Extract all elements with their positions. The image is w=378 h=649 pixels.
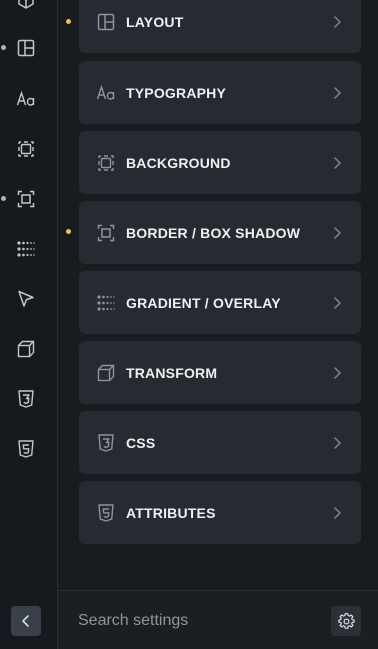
section-label: TYPOGRAPHY <box>126 84 227 101</box>
section-background[interactable]: BACKGROUND <box>79 131 361 194</box>
section-label: BORDER / BOX SHADOW <box>126 224 301 241</box>
gear-icon <box>337 612 355 630</box>
section-layout[interactable]: LAYOUT <box>79 0 361 53</box>
layout-icon[interactable] <box>14 36 38 60</box>
html5-icon[interactable] <box>14 437 38 461</box>
box-partial-icon[interactable] <box>14 0 38 12</box>
section-label: GRADIENT / OVERLAY <box>126 294 281 311</box>
chevron-left-icon <box>19 614 33 628</box>
section-border-box-shadow[interactable]: BORDER / BOX SHADOW <box>79 201 361 264</box>
section-typography[interactable]: TYPOGRAPHY <box>79 61 361 124</box>
css3-icon <box>96 433 116 453</box>
icon-rail <box>0 0 58 649</box>
chevron-right-icon <box>331 155 343 171</box>
search-settings-input[interactable] <box>78 607 318 635</box>
pointer-icon[interactable] <box>14 287 38 311</box>
modified-indicator <box>1 196 6 201</box>
typography-icon <box>96 83 116 103</box>
section-label: BACKGROUND <box>126 154 231 171</box>
background-icon <box>96 153 116 173</box>
modified-indicator <box>66 229 71 234</box>
settings-button[interactable] <box>331 606 361 636</box>
section-css[interactable]: CSS <box>79 411 361 474</box>
layout-icon <box>96 12 116 32</box>
background-icon[interactable] <box>14 137 38 161</box>
chevron-right-icon <box>331 14 343 30</box>
section-label: ATTRIBUTES <box>126 504 216 521</box>
modified-indicator <box>66 19 71 24</box>
typography-icon[interactable] <box>14 87 38 111</box>
html5-icon <box>96 503 116 523</box>
section-label: TRANSFORM <box>126 364 218 381</box>
section-gradient-overlay[interactable]: GRADIENT / OVERLAY <box>79 271 361 334</box>
gradient-icon[interactable] <box>14 237 38 261</box>
chevron-right-icon <box>331 435 343 451</box>
section-label: LAYOUT <box>126 13 184 30</box>
section-label: CSS <box>126 434 156 451</box>
border-icon[interactable] <box>14 187 38 211</box>
search-footer <box>58 590 378 649</box>
collapse-sidebar-button[interactable] <box>11 606 41 636</box>
transform-cube-icon[interactable] <box>14 337 38 361</box>
css3-icon[interactable] <box>14 387 38 411</box>
border-icon <box>96 223 116 243</box>
transform-cube-icon <box>96 363 116 383</box>
modified-indicator <box>1 45 6 50</box>
gradient-icon <box>96 293 116 313</box>
chevron-right-icon <box>331 225 343 241</box>
chevron-right-icon <box>331 365 343 381</box>
chevron-right-icon <box>331 505 343 521</box>
section-transform[interactable]: TRANSFORM <box>79 341 361 404</box>
section-attributes[interactable]: ATTRIBUTES <box>79 481 361 544</box>
chevron-right-icon <box>331 85 343 101</box>
settings-panel: LAYOUT TYPOGRAPHY BACKGROUND BORDER / BO… <box>58 0 378 649</box>
chevron-right-icon <box>331 295 343 311</box>
